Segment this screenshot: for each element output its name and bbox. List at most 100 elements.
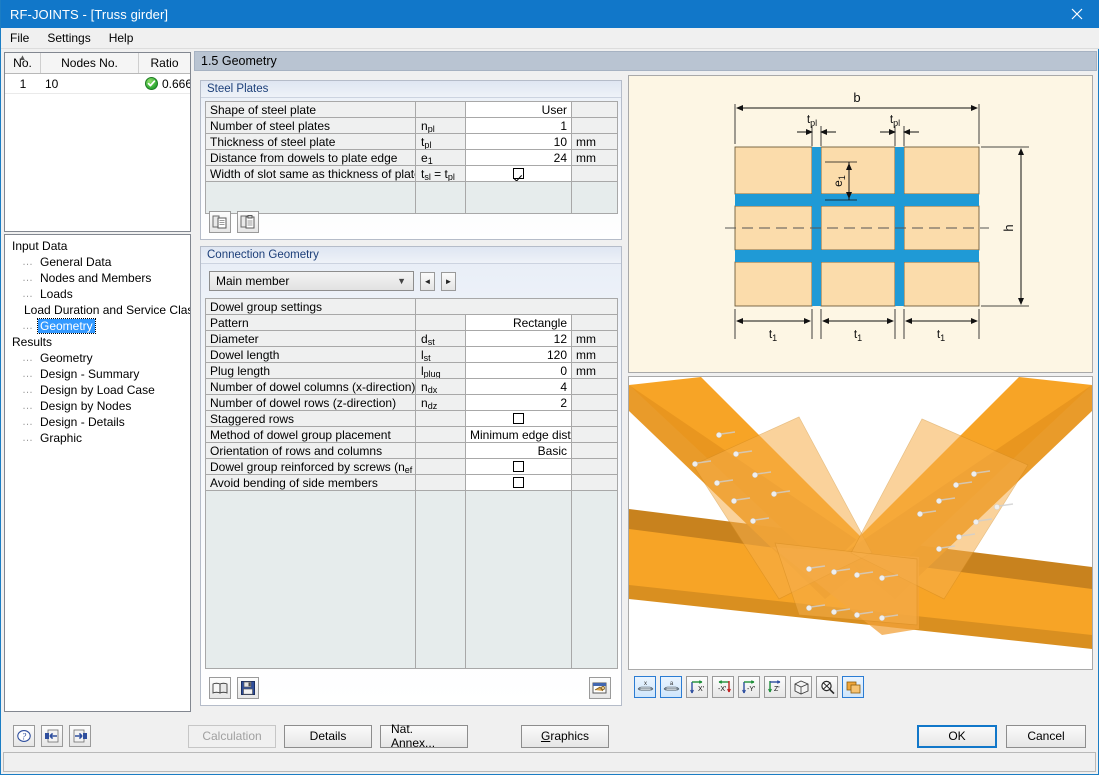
sidebar-item-loads[interactable]: … Loads	[18, 286, 190, 302]
navigation-tree[interactable]: Input Data … General Data … Nodes and Me…	[4, 234, 191, 712]
table-row[interactable]: Dowel length lst 120 mm	[205, 346, 619, 363]
row-label: Staggered rows	[205, 410, 416, 427]
tree-group-input-data[interactable]: Input Data	[8, 238, 190, 254]
previous-page-button[interactable]	[41, 725, 63, 747]
save-button[interactable]	[237, 677, 259, 699]
menu-item-file[interactable]: File	[1, 29, 38, 48]
copy-plate-button[interactable]	[209, 211, 231, 233]
settings-button[interactable]	[589, 677, 611, 699]
sidebar-item-geometry-input[interactable]: … Geometry	[18, 318, 190, 334]
table-row[interactable]: Number of dowel rows (z-direction) ndz 2	[205, 394, 619, 411]
sidebar-item-design-summary[interactable]: … Design - Summary	[18, 366, 190, 382]
render-solid-button[interactable]: a	[660, 676, 682, 698]
row-value[interactable]: 12	[465, 330, 572, 347]
table-row[interactable]: Dowel group reinforced by screws (nef = …	[205, 458, 619, 475]
column-header-nodes-no[interactable]: Nodes No.	[41, 53, 139, 73]
sidebar-item-label: Geometry	[40, 351, 93, 365]
table-row[interactable]: Number of dowel columns (x-direction) nd…	[205, 378, 619, 395]
row-value-checkbox[interactable]	[465, 458, 572, 475]
previous-member-button[interactable]: ◄	[420, 271, 435, 291]
dowel-group-table-wrap: Dowel group settings Pattern Rectangle D…	[201, 298, 621, 669]
view-neg-x-button[interactable]: -X'	[712, 676, 734, 698]
table-row[interactable]: Orientation of rows and columns Basic	[205, 442, 619, 459]
row-value-checkbox[interactable]	[465, 410, 572, 427]
row-label: Number of dowel rows (z-direction)	[205, 394, 416, 411]
view-x-button[interactable]: X'	[686, 676, 708, 698]
menu-item-settings[interactable]: Settings	[38, 29, 99, 48]
sidebar-item-design-by-nodes[interactable]: … Design by Nodes	[18, 398, 190, 414]
row-value[interactable]: Basic	[465, 442, 572, 459]
view-iso-button[interactable]	[790, 676, 812, 698]
row-value-checkbox[interactable]	[465, 474, 572, 491]
table-row[interactable]: Plug length lplug 0 mm	[205, 362, 619, 379]
row-value[interactable]: Minimum edge distan	[465, 426, 572, 443]
zoom-all-button[interactable]	[816, 676, 838, 698]
row-value[interactable]: 2	[465, 394, 572, 411]
calculation-button[interactable]: Calculation	[188, 724, 276, 748]
table-row[interactable]: Distance from dowels to plate edge e1 24…	[205, 149, 618, 166]
row-value[interactable]: 1	[465, 117, 572, 134]
ok-button[interactable]: OK	[917, 724, 997, 748]
diagram-label-tpl-right-sub: pl	[893, 118, 900, 128]
graphics-button[interactable]: Graphics	[521, 724, 609, 748]
sidebar-item-geometry-results[interactable]: … Geometry	[18, 350, 190, 366]
table-row[interactable]: Shape of steel plate User	[205, 101, 618, 118]
row-value[interactable]: 24	[465, 149, 572, 166]
checkbox-icon[interactable]	[513, 460, 524, 472]
close-icon[interactable]	[1054, 0, 1099, 28]
print-graphic-button[interactable]	[842, 676, 864, 698]
view-y-button[interactable]: -Y'	[738, 676, 760, 698]
connection-geometry-toolbar-left	[209, 677, 259, 699]
table-row[interactable]: Pattern Rectangle	[205, 314, 619, 331]
row-value[interactable]: Rectangle	[465, 314, 572, 331]
node-results-grid[interactable]: ▲ No. Nodes No. Ratio 1 10 0.666	[4, 52, 191, 232]
sidebar-item-nodes-and-members[interactable]: … Nodes and Members	[18, 270, 190, 286]
next-page-button[interactable]	[69, 725, 91, 747]
row-value[interactable]: 4	[465, 378, 572, 395]
sidebar-item-general-data[interactable]: … General Data	[18, 254, 190, 270]
sidebar-item-design-details[interactable]: … Design - Details	[18, 414, 190, 430]
row-value[interactable]: User	[465, 101, 572, 118]
cancel-button[interactable]: Cancel	[1006, 724, 1086, 748]
column-header-ratio[interactable]: Ratio	[139, 53, 190, 73]
joint-3d-render[interactable]	[628, 376, 1093, 670]
sidebar-item-graphic[interactable]: … Graphic	[18, 430, 190, 446]
diagram-label-t1-c-sub: 1	[940, 333, 945, 343]
next-member-button[interactable]: ►	[441, 271, 456, 291]
table-row[interactable]: Thickness of steel plate tpl 10 mm	[205, 133, 618, 150]
table-row[interactable]: Avoid bending of side members	[205, 474, 619, 491]
sidebar-item-load-duration-and-service-class[interactable]: … Load Duration and Service Class	[18, 302, 190, 318]
table-row[interactable]: Number of steel plates npl 1	[205, 117, 618, 134]
nat-annex-button[interactable]: Nat. Annex...	[380, 722, 468, 750]
sidebar-item-label: Nodes and Members	[40, 271, 152, 285]
help-button[interactable]: ?	[13, 725, 35, 747]
row-value[interactable]: 120	[465, 346, 572, 363]
steel-plates-table-wrap: Shape of steel plate User Number of stee…	[201, 98, 621, 214]
row-value[interactable]: 10	[465, 133, 572, 150]
sidebar-item-label: Geometry	[37, 318, 96, 334]
checkbox-icon[interactable]	[513, 476, 524, 488]
table-row[interactable]: Method of dowel group placement Minimum …	[205, 426, 619, 443]
column-header-no[interactable]: ▲ No.	[5, 53, 41, 73]
paste-plate-button[interactable]	[237, 211, 259, 233]
library-button[interactable]	[209, 677, 231, 699]
table-row[interactable]: Staggered rows	[205, 410, 619, 427]
view-z-button[interactable]: Z'	[764, 676, 786, 698]
checkbox-icon[interactable]	[513, 412, 524, 424]
table-row[interactable]: Width of slot same as thickness of plate…	[205, 165, 618, 182]
dowel-group-table[interactable]: Dowel group settings Pattern Rectangle D…	[205, 298, 619, 669]
tree-group-results[interactable]: Results	[8, 334, 190, 350]
row-value-checkbox[interactable]	[465, 165, 572, 182]
steel-plates-table[interactable]: Shape of steel plate User Number of stee…	[205, 101, 618, 214]
table-row[interactable]: Diameter dst 12 mm	[205, 330, 619, 347]
render-wireframe-button[interactable]: x	[634, 676, 656, 698]
details-button[interactable]: Details	[284, 724, 372, 748]
table-row[interactable]: 1 10 0.666	[5, 74, 190, 94]
menu-item-help[interactable]: Help	[100, 29, 143, 48]
member-select[interactable]: Main member ▼	[209, 271, 414, 291]
checkbox-icon[interactable]	[513, 167, 524, 179]
row-value[interactable]: 0	[465, 362, 572, 379]
diagram-label-t1-b-sub: 1	[857, 333, 862, 343]
sidebar-item-label: General Data	[40, 255, 112, 269]
sidebar-item-design-by-load-case[interactable]: … Design by Load Case	[18, 382, 190, 398]
